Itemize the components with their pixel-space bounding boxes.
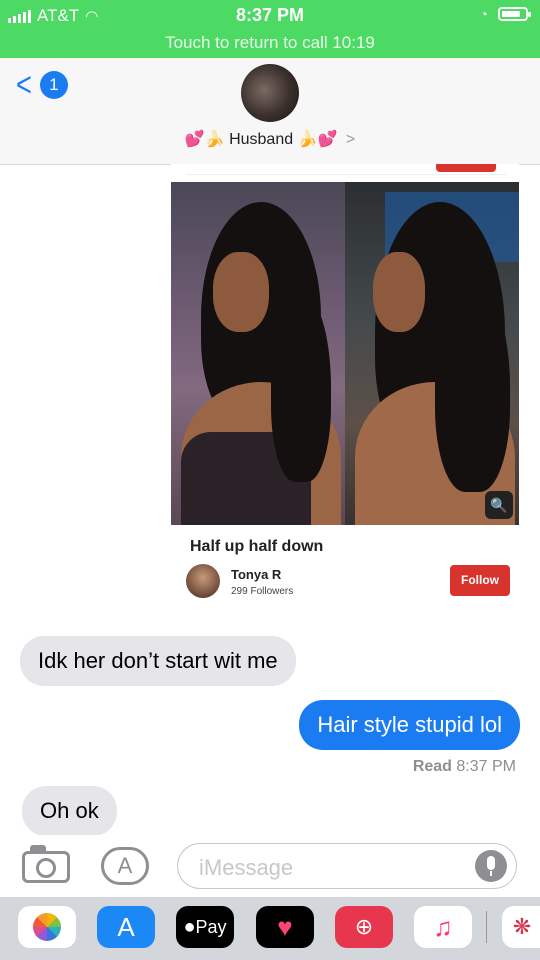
digital-touch-app-icon[interactable]: ♥ [256,906,314,948]
music-app-icon[interactable]: ♫ [414,906,472,948]
more-app-icon[interactable]: ❋ [502,906,540,948]
visual-search-icon[interactable]: 🔍 [485,491,513,519]
pin-image[interactable]: 🔍 [171,182,519,525]
read-label: Read [412,758,452,775]
microphone-icon[interactable] [475,850,507,882]
previous-card-edge [186,164,506,175]
app-store-toggle-icon[interactable]: A [101,847,149,885]
contact-avatar[interactable] [241,64,299,122]
chevron-left-icon: < [15,66,32,104]
apple-pay-app-icon[interactable]: ●Pay [176,906,234,948]
status-right: ◔ [479,6,531,22]
author-avatar[interactable] [186,564,220,598]
received-message-bubble[interactable]: Oh ok [22,786,117,836]
contact-suffix-emoji: 🍌💕 [297,131,338,148]
message-placeholder: iMessage [199,855,294,880]
author-followers: 299 Followers [231,586,294,597]
read-time: 8:37 PM [456,758,516,775]
pin-title: Half up half down [190,538,324,555]
app-drawer: A ●Pay ♥ ⊕ ♫ ❋ [0,897,540,960]
contact-name: Husband [229,131,294,148]
contact-name-button[interactable]: 💕🍌 Husband 🍌💕 > [0,129,540,149]
web-search-app-icon[interactable]: ⊕ [335,906,393,948]
hairstyle-photo-right: 🔍 [345,182,519,525]
alarm-icon: ◔ [479,6,488,22]
message-input-bar: A iMessage [0,835,540,895]
received-message-bubble[interactable]: Idk her don’t start wit me [20,636,296,686]
photos-app-icon[interactable] [18,906,76,948]
sent-message-bubble[interactable]: Hair style stupid lol [299,700,520,750]
read-receipt: Read 8:37 PM [413,758,516,776]
author-name[interactable]: Tonya R [231,567,281,582]
follow-button[interactable]: Follow [450,565,510,596]
chevron-right-icon: > [345,131,356,148]
contact-prefix-emoji: 💕🍌 [184,131,225,148]
status-bar: AT&T ◠ 8:37 PM ◔ Touch to return to call… [0,0,540,58]
battery-icon [498,7,531,21]
unread-count-badge: 1 [39,71,68,99]
drawer-separator [486,911,487,943]
status-time: 8:37 PM [235,5,305,25]
pinterest-link-preview[interactable]: 🔍 Half up half down Tonya R 299 Follower… [171,164,519,619]
camera-icon[interactable] [22,845,72,885]
conversation-header: < 1 💕🍌 Husband 🍌💕 > [0,58,540,165]
back-button[interactable]: < 1 [14,66,68,104]
hairstyle-photo-left [171,182,345,525]
return-to-call-banner[interactable]: Touch to return to call 10:19 [0,33,540,53]
app-store-app-icon[interactable]: A [97,906,155,948]
message-input[interactable]: iMessage [177,843,517,889]
